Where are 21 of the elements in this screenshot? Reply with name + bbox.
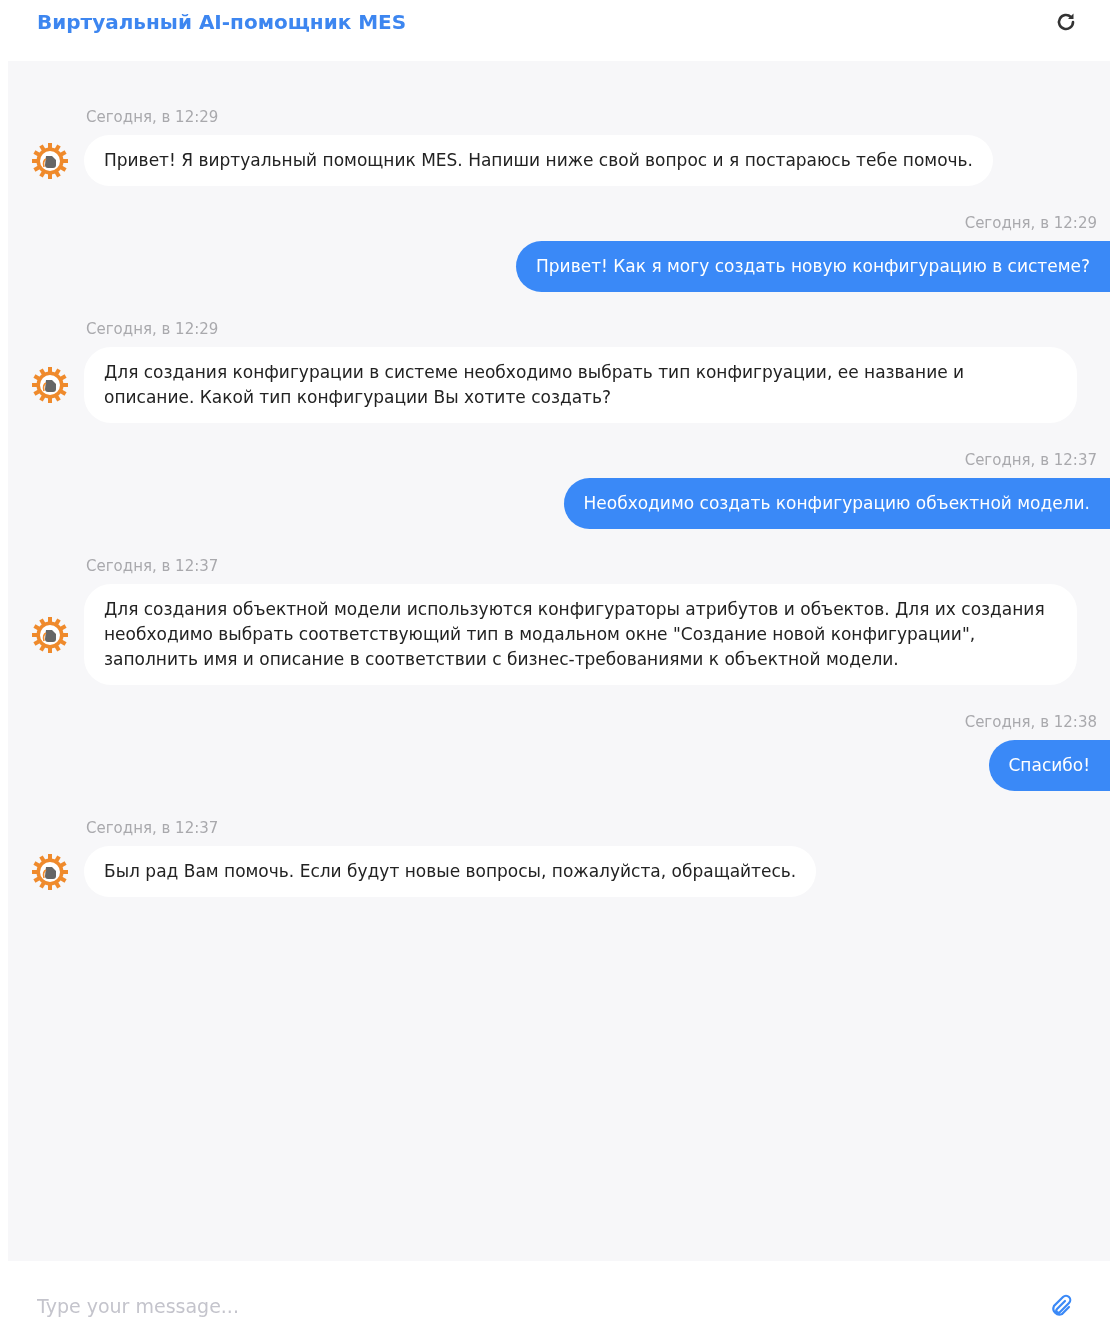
bot-message: Был рад Вам помочь. Если будут новые вопросы, пожалуйста, обращайтесь. [84, 846, 817, 897]
bot-message: Для создания объектной модели используются конфигураторы атрибутов и объектов. Для их создания необходимо выбрать соответствующий тип в модальном окне "Создание новой конфигурации", заполнить имя и описание в соответствии с бизнес-требованиями к объектной модели. [84, 584, 1077, 685]
user-message: Необходимо создать конфигурацию объектной модели. [563, 478, 1110, 529]
gear-avatar-icon [31, 141, 69, 180]
attach-button[interactable] [1050, 1293, 1072, 1318]
bot-message: Привет! Я виртуальный помощник MES. Напиши ниже свой вопрос и я постараюсь тебе помочь. [84, 135, 994, 186]
message-time: Сегодня, в 12:29 [86, 319, 219, 339]
message-time: Сегодня, в 12:37 [86, 818, 219, 838]
gear-avatar-icon [31, 615, 69, 654]
gear-avatar-icon [31, 366, 69, 404]
user-message: Спасибо! [988, 740, 1110, 791]
message-time: Сегодня, в 12:29 [86, 107, 219, 127]
gear-avatar-icon [31, 852, 69, 891]
message-time: Сегодня, в 12:37 [86, 556, 219, 576]
bot-message: Для создания конфигурации в системе необходимо выбрать тип конфигруации, ее название и описание. Какой тип конфигурации Вы хотите создать? [84, 347, 1077, 423]
message-time: Сегодня, в 12:29 [964, 213, 1097, 233]
message-input[interactable]: Type your message... [37, 1290, 1040, 1319]
message-time: Сегодня, в 12:37 [964, 450, 1097, 470]
message-time: Сегодня, в 12:38 [964, 712, 1097, 732]
user-message: Привет! Как я могу создать новую конфигурацию в системе? [516, 241, 1110, 292]
window-title: Виртуальный AI-помощник MES [37, 10, 407, 34]
